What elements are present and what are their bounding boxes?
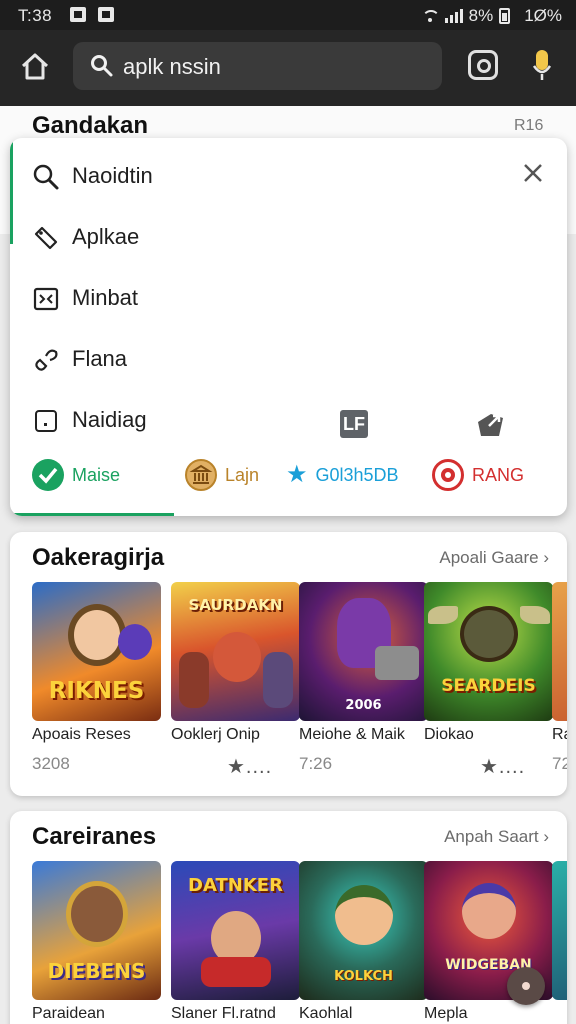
app-name: Apoais Reses [32, 726, 131, 743]
game-art-icon [552, 861, 567, 1000]
section-title: Oakeragirja [32, 544, 165, 571]
microphone-icon[interactable] [533, 48, 551, 82]
section-title: Careiranes [32, 823, 157, 850]
app-tile[interactable]: SAURDAKN Ooklerj Onip ★.... [171, 582, 300, 778]
home-icon[interactable] [18, 50, 52, 84]
app-name: Mepla [424, 1005, 468, 1022]
tag-icon [34, 226, 58, 250]
category-chip[interactable]: RANG [432, 458, 524, 492]
app-name: Ooklerj Onip [171, 726, 260, 743]
check-icon [32, 459, 64, 491]
camera-icon[interactable] [468, 50, 498, 80]
top-bar: aplk nssin [0, 30, 576, 106]
share-icon[interactable] [475, 408, 507, 440]
rating-stars: ★.... [480, 756, 526, 778]
suggestion-item[interactable]: Naoidtin [10, 146, 567, 206]
app-tile[interactable]: RIKNES Apoais Reses 3208 [32, 582, 161, 773]
search-icon [33, 164, 59, 190]
app-tile[interactable] [552, 861, 567, 1000]
app-name: Kaohlal [299, 1005, 353, 1022]
suggestion-label: Naidiag [72, 407, 147, 432]
app-tile[interactable]: KOLKCH Kaohlal [299, 861, 428, 1022]
game-art-icon: KOLKCH [299, 861, 428, 1000]
app-name: Slaner Fl.ratnd [171, 1005, 276, 1022]
app-tile[interactable]: 2006 Meiohe & Maik 7:26 [299, 582, 428, 773]
search-query-text: aplk nssin [123, 54, 221, 79]
app-name: Meiohe & Maik [299, 726, 405, 743]
app-meta: 7:26 [299, 754, 333, 773]
close-icon[interactable] [520, 160, 546, 186]
game-art-icon [552, 582, 567, 721]
suggestion-label: Aplkae [72, 224, 140, 249]
square-icon [35, 410, 57, 432]
app-name: Diokao [424, 726, 474, 743]
status-extra: 1Ø% [524, 6, 562, 25]
app-tile[interactable]: SEARDEIS Diokao ★.... [424, 582, 553, 778]
game-art-icon: DATNKER [171, 861, 300, 1000]
search-suggestions-panel: Naoidtin Aplkae Minbat Flana Naidiag LF [10, 138, 567, 516]
app-tile[interactable]: DATNKER Slaner Fl.ratnd [171, 861, 300, 1022]
notification-icon [70, 7, 86, 22]
chip-label: G0l3h5DB [315, 464, 399, 485]
status-bar: T:38 8% 1Ø% [0, 0, 576, 30]
lf-app-icon[interactable]: LF [340, 410, 368, 438]
image-frame-icon [33, 287, 59, 311]
game-art-icon: SAURDAKN [171, 582, 300, 721]
chip-label: Lajn [225, 464, 260, 485]
section-title: Gandakan [32, 112, 149, 139]
suggestion-item[interactable]: Minbat [10, 268, 567, 328]
see-all-link[interactable]: Apoali Gaare › [439, 548, 549, 568]
tab-indicator [10, 513, 174, 516]
star-icon: ★ [286, 461, 308, 488]
game-art-icon: RIKNES [32, 582, 161, 721]
game-art-icon: 2006 [299, 582, 428, 721]
floating-action-button[interactable] [507, 967, 545, 1005]
game-art-icon: DIEBENS [32, 861, 161, 1000]
chip-label: RANG [472, 464, 525, 485]
suggestion-label: Minbat [72, 285, 139, 310]
suggestion-item[interactable]: Aplkae [10, 207, 567, 267]
bank-icon [185, 459, 217, 491]
search-input[interactable]: aplk nssin [73, 42, 442, 90]
app-meta: 3208 [32, 754, 70, 773]
category-chip[interactable]: Lajn [185, 458, 259, 492]
category-chip[interactable]: ★ G0l3h5DB [286, 458, 399, 492]
link-icon [35, 349, 58, 371]
category-chip[interactable]: Maise [32, 458, 120, 492]
battery-percent: 8% [468, 6, 494, 25]
rating-stars: ★.... [227, 756, 273, 778]
app-name: Paraidean [32, 1005, 105, 1022]
notification-icon [98, 7, 114, 22]
see-all-link[interactable]: Anpah Saart › [444, 827, 549, 847]
app-meta: 72 [552, 754, 567, 773]
suggestion-label: Flana [72, 346, 128, 371]
app-name: Ran [552, 726, 567, 743]
target-icon [432, 459, 464, 491]
app-section: Oakeragirja Apoali Gaare › RIKNES Apoais… [10, 532, 567, 796]
app-tile[interactable]: Ran 72 [552, 582, 567, 773]
suggestion-label: Naoidtin [72, 163, 153, 188]
status-time: T:38 [18, 6, 53, 25]
signal-icon [444, 9, 463, 23]
wifi-icon [421, 9, 440, 23]
section-count: R16 [514, 117, 544, 134]
app-tile[interactable]: DIEBENS Paraidean [32, 861, 161, 1022]
battery-icon [499, 8, 511, 24]
suggestion-item[interactable]: Flana [10, 329, 567, 389]
chip-label: Maise [72, 464, 121, 485]
game-art-icon: SEARDEIS [424, 582, 553, 721]
app-section: Careiranes Anpah Saart › DIEBENS Paraide… [10, 811, 567, 1024]
search-icon [91, 55, 113, 77]
